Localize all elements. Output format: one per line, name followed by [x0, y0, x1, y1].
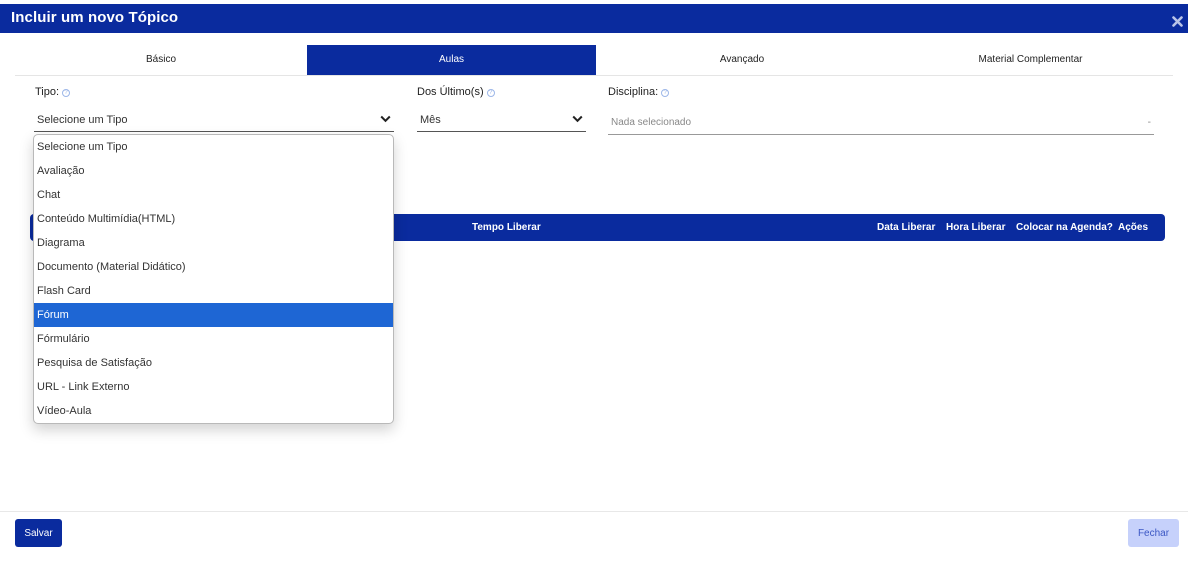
dropdown-option[interactable]: Conteúdo Multimídia(HTML) [34, 207, 393, 231]
dropdown-option[interactable]: Avaliação [34, 159, 393, 183]
disciplina-select[interactable]: Nada selecionado - [608, 113, 1154, 135]
ultimos-label: Dos Último(s) [417, 86, 484, 98]
tipo-dropdown-list: Selecione um Tipo Avaliação Chat Conteúd… [33, 134, 394, 424]
dropdown-option[interactable]: Chat [34, 183, 393, 207]
chevron-down-icon [380, 115, 391, 123]
dropdown-option[interactable]: Pesquisa de Satisfação [34, 351, 393, 375]
th-tempo-liberar: Tempo Liberar [472, 222, 541, 233]
dropdown-option-selected[interactable]: Fórum [34, 303, 393, 327]
tabs-divider [15, 75, 1173, 76]
disciplina-placeholder: Nada selecionado [611, 117, 692, 128]
dropdown-option[interactable]: Vídeo-Aula [34, 399, 393, 423]
tab-bar: Básico Aulas Avançado Material Complemen… [15, 45, 1173, 75]
help-icon[interactable]: ? [661, 89, 670, 97]
close-button[interactable]: Fechar [1128, 519, 1179, 547]
disciplina-caret: - [1147, 117, 1151, 128]
modal-title: Incluir um novo Tópico [11, 9, 179, 26]
th-data-liberar: Data Liberar [877, 222, 936, 233]
th-colocar-agenda: Colocar na Agenda? [1016, 222, 1113, 233]
tab-avancado[interactable]: Avançado [596, 45, 888, 75]
disciplina-label: Disciplina: [608, 86, 659, 98]
tipo-select-value: Selecione um Tipo [37, 114, 128, 126]
tipo-label: Tipo: [35, 86, 60, 98]
tab-basico[interactable]: Básico [15, 45, 307, 75]
tab-aulas[interactable]: Aulas [307, 45, 596, 75]
dropdown-option[interactable]: Documento (Material Didático) [34, 255, 393, 279]
chevron-down-icon [572, 115, 583, 123]
help-icon[interactable]: ? [62, 89, 71, 97]
tipo-label-wrap: Tipo:? [35, 86, 71, 98]
ultimos-select[interactable]: Mês [417, 110, 586, 132]
tab-material-complementar[interactable]: Material Complementar [888, 45, 1173, 75]
dropdown-option[interactable]: Fórmulário [34, 327, 393, 351]
save-button[interactable]: Salvar [15, 519, 62, 547]
ultimos-select-value: Mês [420, 114, 441, 126]
dropdown-option[interactable]: Diagrama [34, 231, 393, 255]
th-hora-liberar: Hora Liberar [946, 222, 1006, 233]
disciplina-label-wrap: Disciplina:? [608, 86, 670, 98]
ultimos-label-wrap: Dos Último(s)? [417, 86, 495, 98]
dropdown-option[interactable]: URL - Link Externo [34, 375, 393, 399]
footer-divider [0, 511, 1188, 512]
th-acoes: Ações [1118, 222, 1149, 233]
close-icon[interactable] [1172, 16, 1183, 27]
dropdown-option[interactable]: Selecione um Tipo [34, 135, 393, 159]
modal-header: Incluir um novo Tópico [0, 4, 1188, 33]
dropdown-option[interactable]: Flash Card [34, 279, 393, 303]
tipo-select[interactable]: Selecione um Tipo [34, 110, 394, 132]
help-icon[interactable]: ? [486, 89, 495, 97]
